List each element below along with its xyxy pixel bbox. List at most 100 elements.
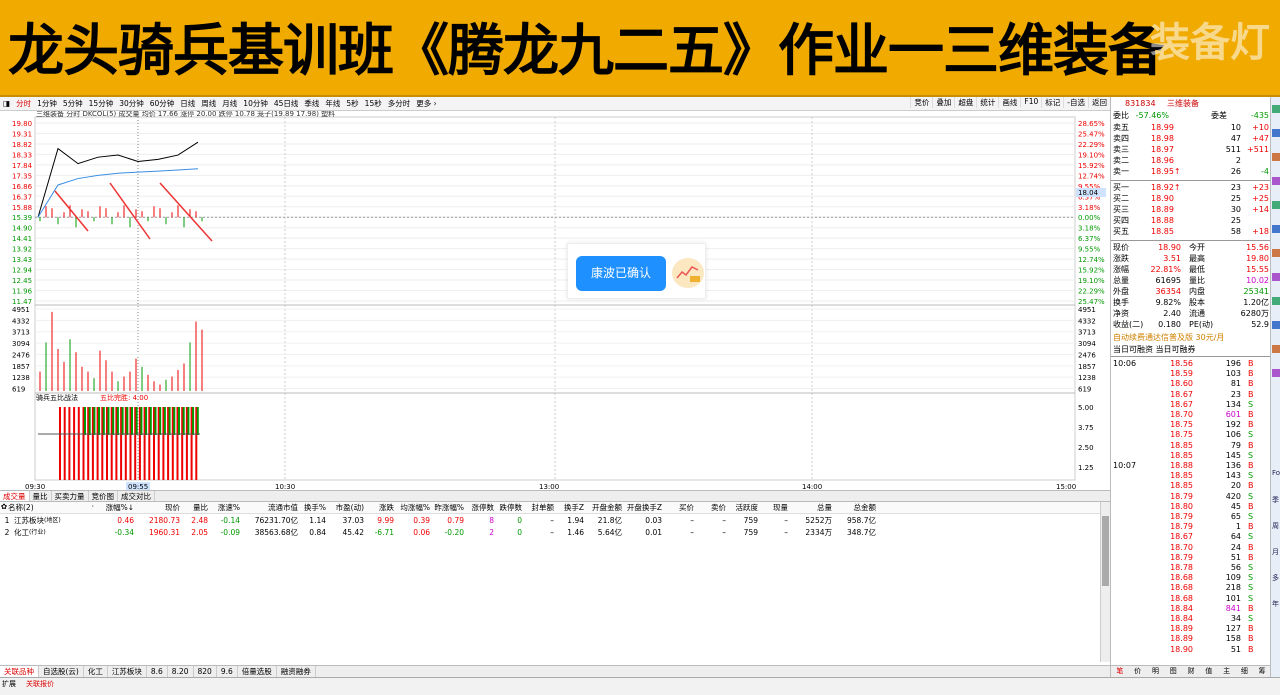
tool-button[interactable]: 画线 — [998, 97, 1020, 108]
bottom-tab[interactable]: 化工 — [84, 666, 108, 677]
column-header[interactable]: 开盘金额 — [584, 502, 622, 513]
bottom-tab[interactable]: 9.6 — [217, 666, 238, 677]
column-header[interactable]: 现价 — [134, 502, 180, 513]
row-name[interactable]: 江苏板块(地区) — [14, 515, 78, 527]
settings-icon[interactable]: ✿ — [0, 502, 8, 513]
column-header[interactable]: 封单额 — [522, 502, 555, 513]
tool-button[interactable]: 标记 — [1041, 97, 1063, 108]
column-header[interactable]: 量比 — [180, 502, 208, 513]
strip-icon[interactable] — [1272, 129, 1280, 137]
bottom-tab[interactable]: 自选股(云) — [39, 666, 84, 677]
period-item[interactable]: 年线 — [322, 98, 343, 109]
column-header[interactable]: 买价 — [662, 502, 694, 513]
quote-tab[interactable]: 筹 — [1253, 666, 1271, 677]
period-item[interactable]: 1分钟 — [34, 98, 60, 109]
period-item[interactable]: 10分钟 — [240, 98, 271, 109]
strip-icon[interactable] — [1272, 177, 1280, 185]
quote-tab[interactable]: 值 — [1200, 666, 1218, 677]
column-header[interactable]: 总金额 — [832, 502, 877, 513]
confirm-button[interactable]: 康波已确认 — [576, 256, 666, 291]
period-item[interactable]: 更多 › — [413, 98, 439, 109]
strip-item[interactable]: 多 — [1272, 573, 1279, 583]
column-header[interactable]: 换手% — [298, 502, 326, 513]
tool-button[interactable]: -自选 — [1063, 97, 1088, 108]
column-header[interactable]: 均涨幅% — [394, 502, 430, 513]
quote-tab[interactable]: 财 — [1182, 666, 1200, 677]
period-item[interactable]: 日线 — [177, 98, 198, 109]
strip-icon[interactable] — [1272, 273, 1280, 281]
bottom-tab[interactable]: 820 — [194, 666, 217, 677]
column-header[interactable]: 名称(2) — [8, 502, 78, 513]
strip-icon[interactable] — [1272, 345, 1280, 353]
table-scrollbar[interactable] — [1100, 502, 1110, 662]
strip-item[interactable]: 年 — [1272, 599, 1279, 609]
period-item[interactable]: 多分时 — [385, 98, 414, 109]
tab[interactable]: 买卖力量 — [52, 491, 89, 501]
strip-icon[interactable] — [1272, 297, 1280, 305]
quote-tab[interactable]: 价 — [1129, 666, 1147, 677]
quote-tab[interactable]: 明 — [1147, 666, 1165, 677]
quote-tab[interactable]: 细 — [1235, 666, 1253, 677]
tool-button[interactable]: 超盘 — [954, 97, 976, 108]
bottom-tab[interactable]: 关联品种 — [0, 666, 39, 677]
period-item[interactable]: 45日线 — [271, 98, 302, 109]
strip-icon[interactable] — [1272, 105, 1280, 113]
strip-item[interactable]: 周 — [1272, 521, 1279, 531]
period-item[interactable]: 5分钟 — [60, 98, 86, 109]
tool-button[interactable]: 统计 — [976, 97, 998, 108]
column-header[interactable]: 活跃度 — [726, 502, 759, 513]
quote-tab[interactable]: 主 — [1218, 666, 1236, 677]
period-item[interactable]: 季线 — [301, 98, 322, 109]
tool-button[interactable]: 竞价 — [910, 97, 932, 108]
strip-icon[interactable] — [1272, 321, 1280, 329]
column-header[interactable]: 流通市值 — [240, 502, 298, 513]
strip-icon[interactable] — [1272, 249, 1280, 257]
column-header[interactable]: 涨幅%↓ — [94, 502, 134, 513]
column-header[interactable]: · — [78, 502, 94, 513]
bottom-tab[interactable]: 江苏板块 — [108, 666, 147, 677]
period-item[interactable]: 分时 — [13, 98, 34, 109]
strip-icon[interactable] — [1272, 369, 1280, 377]
bottom-tab[interactable]: 融资融券 — [277, 666, 316, 677]
row-name[interactable]: 化工(行业) — [14, 527, 78, 539]
column-header[interactable]: 涨停数 — [464, 502, 495, 513]
strip-icon[interactable] — [1272, 201, 1280, 209]
quote-tab[interactable]: 笔 — [1111, 666, 1129, 677]
strip-item[interactable]: Fo — [1272, 469, 1280, 477]
tab[interactable]: 成交对比 — [118, 491, 155, 501]
tool-button[interactable]: F10 — [1020, 97, 1041, 108]
scroll-thumb[interactable] — [1102, 516, 1109, 586]
column-header[interactable]: 昨涨幅% — [430, 502, 464, 513]
related-quote-label[interactable]: 关联报价 — [26, 679, 54, 689]
expand-label[interactable]: 扩展 — [2, 679, 16, 689]
period-item[interactable]: 周线 — [198, 98, 219, 109]
strip-icon[interactable] — [1272, 153, 1280, 161]
column-header[interactable]: 总量 — [788, 502, 832, 513]
period-item[interactable]: 月线 — [219, 98, 240, 109]
column-header[interactable]: 跌停数 — [494, 502, 523, 513]
panel-toggle-icon[interactable]: ◨ — [0, 99, 13, 108]
column-header[interactable]: 卖价 — [694, 502, 726, 513]
tool-button[interactable]: 叠加 — [932, 97, 954, 108]
tab[interactable]: 量比 — [30, 491, 52, 501]
strip-item[interactable]: 季 — [1272, 495, 1279, 505]
period-item[interactable]: 15秒 — [362, 98, 385, 109]
bottom-tab[interactable]: 倍量选股 — [238, 666, 277, 677]
table-row[interactable]: 1 江苏板块(地区) 0.46 2180.73 2.48 -0.14 76231.70亿 1.… — [0, 515, 1100, 527]
tab[interactable]: 竞价图 — [89, 491, 118, 501]
quote-tab[interactable]: 图 — [1164, 666, 1182, 677]
tool-button[interactable]: 返回 — [1088, 97, 1110, 108]
period-item[interactable]: 5秒 — [343, 98, 361, 109]
bottom-tab[interactable]: 8.20 — [168, 666, 194, 677]
bottom-tab[interactable]: 8.6 — [147, 666, 168, 677]
strip-item[interactable]: 月 — [1272, 547, 1279, 557]
period-item[interactable]: 60分钟 — [147, 98, 178, 109]
column-header[interactable]: 涨跌 — [364, 502, 394, 513]
table-row[interactable]: 2 化工(行业) -0.34 1960.31 2.05 -0.09 38563.68亿 0.8… — [0, 527, 1100, 539]
column-header[interactable]: 涨速% — [208, 502, 240, 513]
strip-icon[interactable] — [1272, 225, 1280, 233]
period-item[interactable]: 15分钟 — [86, 98, 117, 109]
column-header[interactable]: 换手Z — [554, 502, 584, 513]
column-header[interactable]: 现量 — [758, 502, 788, 513]
period-item[interactable]: 30分钟 — [116, 98, 147, 109]
